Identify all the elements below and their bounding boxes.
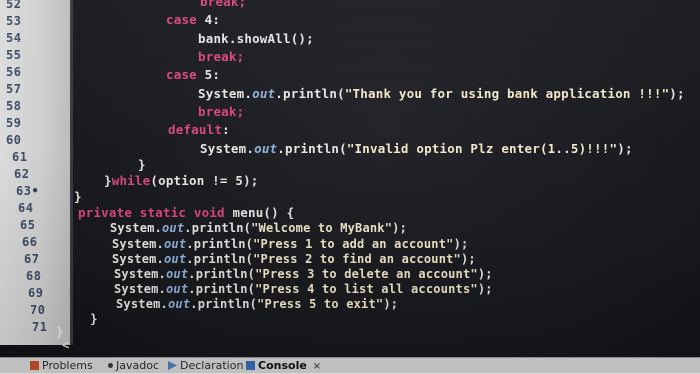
line-number: 55 [6,48,22,62]
code-line-63: } [74,189,82,204]
code-line-68: System.out.println("Press 3 to delete an… [114,267,493,281]
line-number: 62 [14,167,30,181]
code-line-72: } [56,324,64,339]
line-number: 53 [6,14,22,28]
line-number: 67 [24,252,40,266]
code-line-56: case 5: [166,67,221,82]
line-number: 70 [30,303,46,317]
line-number: 59 [6,116,22,130]
line-number: 54 [6,31,22,45]
code-line-65: System.out.println("Welcome to MyBank"); [110,221,408,235]
line-number: 58 [6,99,22,113]
line-number: 61 [12,150,28,164]
fold-marker-icon[interactable]: • [31,184,39,198]
line-number: 69 [28,286,44,300]
code-line-55: break; [198,49,245,64]
tab-problems[interactable]: Problems [30,359,93,373]
line-number: 63• [16,184,40,198]
line-number: 57 [6,82,22,96]
line-number: 52 [6,0,22,11]
code-line-71: } [90,311,98,326]
code-line-54: bank.showAll(); [198,31,314,46]
tab-declaration[interactable]: Declaration [168,359,243,373]
close-icon[interactable]: × [313,361,321,372]
line-number: 68 [26,269,42,283]
editor-screen: 52 53 54 55 56 57 58 59 60 61 62 63• 64 … [0,0,700,374]
code-line-59: default: [168,122,230,137]
line-number: 66 [22,235,38,249]
code-line-53: case 4: [166,12,221,27]
line-number: 60 [6,133,22,147]
code-line-69: System.out.println("Press 4 to list all … [114,282,493,296]
code-line-66: System.out.println("Press 1 to add an ac… [112,237,469,251]
line-number-gutter: 52 53 54 55 56 57 58 59 60 61 62 63• 64 … [0,0,70,345]
problems-icon [30,361,39,370]
bottom-view-tab-bar: Problems Javadoc Declaration Console × [0,357,700,374]
code-line-61: } [138,157,146,172]
code-line-67: System.out.println("Press 2 to find an a… [112,252,476,266]
scroll-left-arrow-icon[interactable]: < [62,338,69,352]
code-line-64: private static void menu() { [78,205,295,220]
javadoc-icon [108,363,113,368]
code-line-58: break; [198,104,245,119]
code-line-52: break; [200,0,247,9]
gutter-divider [70,0,73,345]
code-line-62: }while(option != 5); [104,173,259,188]
line-number: 64 [18,201,34,215]
console-icon [246,361,255,370]
line-number: 56 [6,65,22,79]
tab-javadoc[interactable]: Javadoc [108,359,159,373]
line-number: 71 [32,320,48,334]
declaration-icon [168,361,177,370]
line-number: 65 [20,218,36,232]
code-line-70: System.out.println("Press 5 to exit"); [116,297,399,311]
tab-console[interactable]: Console × [246,359,321,374]
code-line-60: System.out.println("Invalid option Plz e… [200,141,633,156]
code-line-57: System.out.println("Thank you for using … [198,86,685,101]
